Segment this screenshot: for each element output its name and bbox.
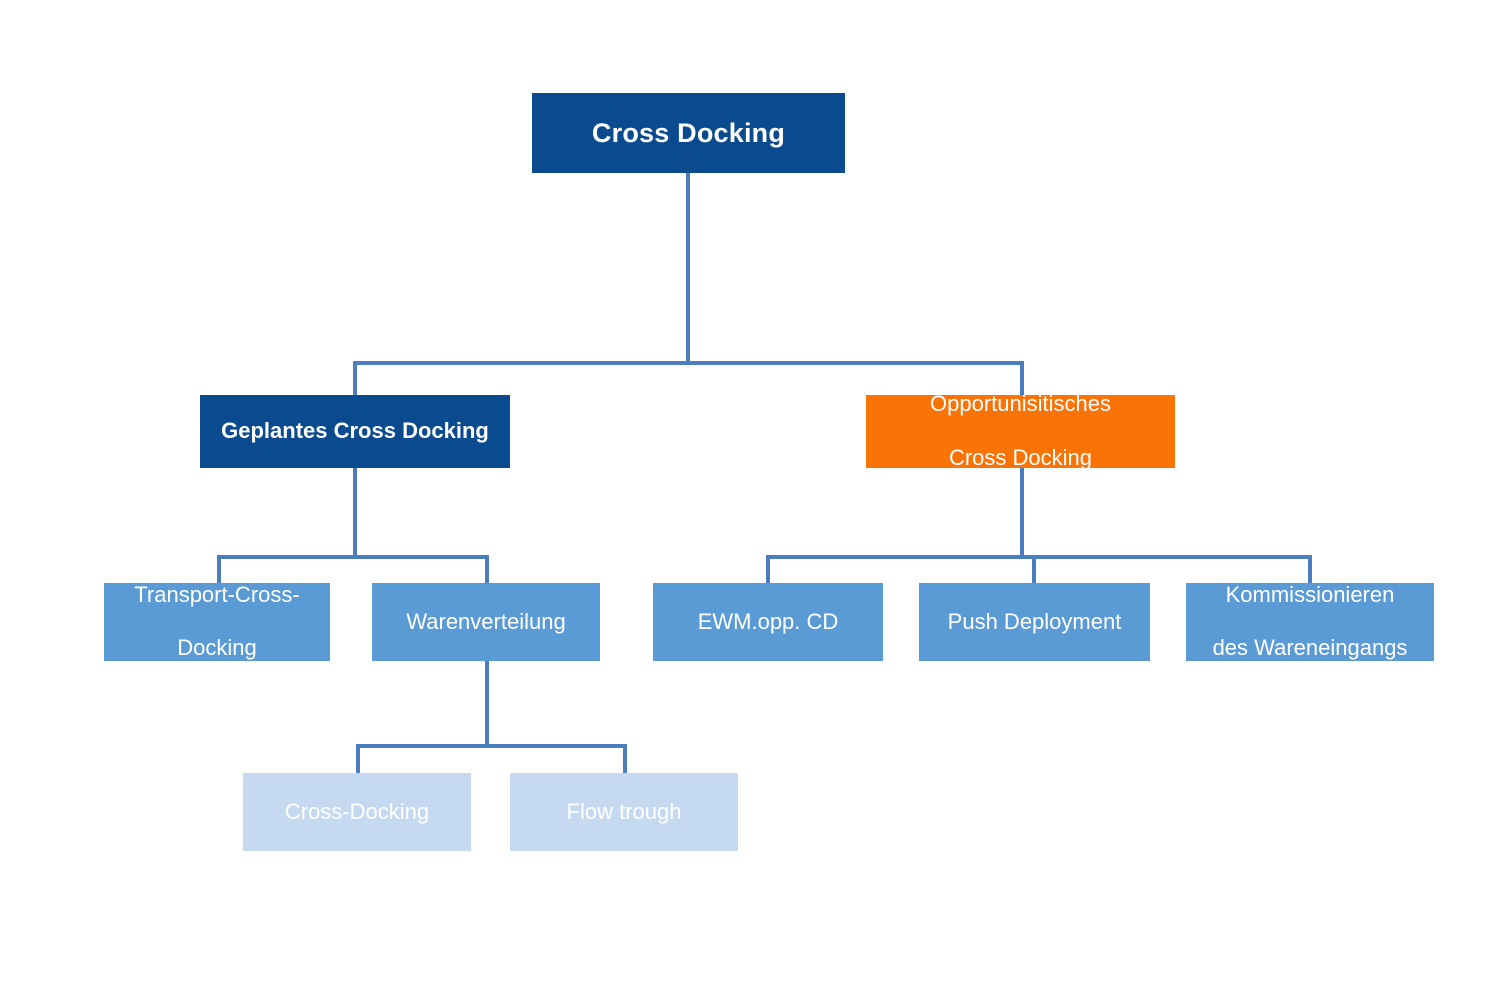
node-ewm-opp-cd[interactable]: EWM.opp. CD: [653, 583, 883, 661]
connector-to-ewm-opp-cd: [766, 555, 770, 585]
node-label: Kommissionieren des Wareneingangs: [1192, 582, 1428, 662]
node-label-line1: Kommissionieren: [1225, 581, 1395, 607]
connector-to-push-deployment: [1032, 555, 1036, 585]
connector-warenverteilung-stem: [485, 661, 489, 746]
node-push-deployment[interactable]: Push Deployment: [919, 583, 1150, 661]
connector-level1-bar: [353, 361, 1024, 365]
node-label: Geplantes Cross Docking: [221, 418, 489, 444]
connector-planned-stem: [353, 468, 357, 557]
connector-to-warenverteilung: [485, 555, 489, 585]
node-label: Push Deployment: [947, 608, 1122, 634]
connector-to-planned: [353, 361, 357, 397]
node-flow-trough[interactable]: Flow trough: [510, 773, 738, 851]
connector-warenverteilung-bar: [356, 744, 627, 748]
node-label: Cross Docking: [591, 117, 786, 148]
node-label: Cross-Docking: [284, 798, 430, 824]
node-geplantes-cross-docking[interactable]: Geplantes Cross Docking: [200, 395, 510, 468]
node-cross-docking-leaf[interactable]: Cross-Docking: [243, 773, 471, 851]
node-kommissionieren-des-wareneingangs[interactable]: Kommissionieren des Wareneingangs: [1186, 582, 1434, 662]
node-label-line1: Transport-Cross-: [134, 581, 300, 607]
connector-to-cross-docking-leaf: [356, 744, 360, 775]
diagram-canvas: Cross Docking Geplantes Cross Docking Op…: [0, 0, 1500, 1000]
node-label: Transport-Cross- Docking: [110, 582, 324, 662]
connector-to-transport-cd: [217, 555, 221, 585]
node-label: Flow trough: [566, 798, 682, 824]
node-opportunisitisches-cross-docking[interactable]: Opportunisitisches Cross Docking: [866, 391, 1175, 470]
node-label-line1: Opportunisitisches: [930, 391, 1111, 417]
node-label: Opportunisitisches Cross Docking: [872, 391, 1169, 471]
connector-to-flow-trough: [623, 744, 627, 775]
node-warenverteilung[interactable]: Warenverteilung: [372, 583, 600, 661]
node-transport-cross-docking[interactable]: Transport-Cross- Docking: [104, 582, 330, 662]
node-label-line2: Docking: [177, 635, 257, 661]
node-label: EWM.opp. CD: [697, 608, 839, 634]
connector-planned-bar: [217, 555, 489, 559]
connector-opportunistic-stem: [1020, 468, 1024, 557]
node-label-line2: Cross Docking: [948, 444, 1093, 470]
node-label-line2: des Wareneingangs: [1212, 635, 1408, 661]
connector-root-stem: [686, 173, 690, 365]
node-cross-docking-root[interactable]: Cross Docking: [532, 93, 845, 173]
node-label: Warenverteilung: [406, 608, 566, 634]
connector-to-kommissionieren: [1308, 555, 1312, 585]
connector-opportunistic-bar: [766, 555, 1312, 559]
